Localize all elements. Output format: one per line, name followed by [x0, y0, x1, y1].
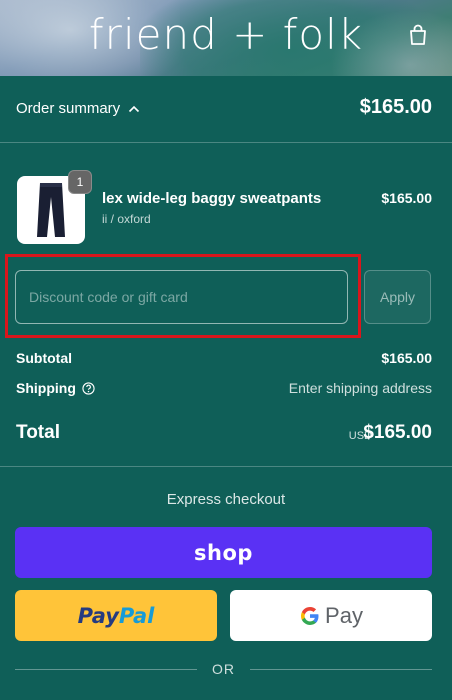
shipping-label-row: Shipping	[16, 380, 95, 396]
or-line-right	[250, 669, 432, 670]
paypal-logo-pay: Pay	[77, 603, 119, 628]
shop-pay-logo: shop	[194, 540, 253, 565]
product-name: lex wide-leg baggy sweatpants	[102, 190, 322, 207]
order-summary-total: $165.00	[359, 96, 432, 118]
shop-pay-button[interactable]: shop	[15, 527, 432, 578]
header-banner: friend + folk	[0, 0, 452, 76]
shipping-value: Enter shipping address	[288, 380, 432, 396]
google-pay-label: Pay	[325, 602, 363, 628]
paypal-button[interactable]: PayPal	[15, 590, 217, 641]
google-g-icon	[301, 606, 319, 625]
quantity-badge: 1	[68, 170, 92, 194]
brand-logo[interactable]: friend + folk	[0, 10, 452, 59]
discount-code-input[interactable]	[15, 270, 348, 324]
paypal-logo-pal: Pal	[118, 603, 155, 628]
or-separator: OR	[15, 660, 432, 680]
question-circle-icon[interactable]	[82, 381, 95, 395]
order-summary-toggle[interactable]: Order summary	[16, 100, 140, 117]
total-label: Total	[16, 422, 60, 443]
product-price: $165.00	[381, 190, 432, 206]
subtotal-value: $165.00	[381, 350, 432, 366]
shopping-bag-icon[interactable]	[408, 24, 428, 46]
subtotal-label: Subtotal	[16, 350, 72, 366]
order-summary-label: Order summary	[16, 100, 121, 117]
chevron-up-icon	[129, 105, 140, 112]
shipping-label: Shipping	[16, 380, 76, 396]
express-checkout-title: Express checkout	[166, 491, 286, 508]
total-value: $165.00	[363, 422, 432, 443]
google-pay-button[interactable]: Pay	[230, 590, 432, 641]
product-variant: ii / oxford	[102, 212, 151, 226]
order-summary-bar: Order summary $165.00	[0, 76, 452, 143]
apply-discount-button[interactable]: Apply	[364, 270, 431, 324]
section-divider	[0, 466, 452, 467]
